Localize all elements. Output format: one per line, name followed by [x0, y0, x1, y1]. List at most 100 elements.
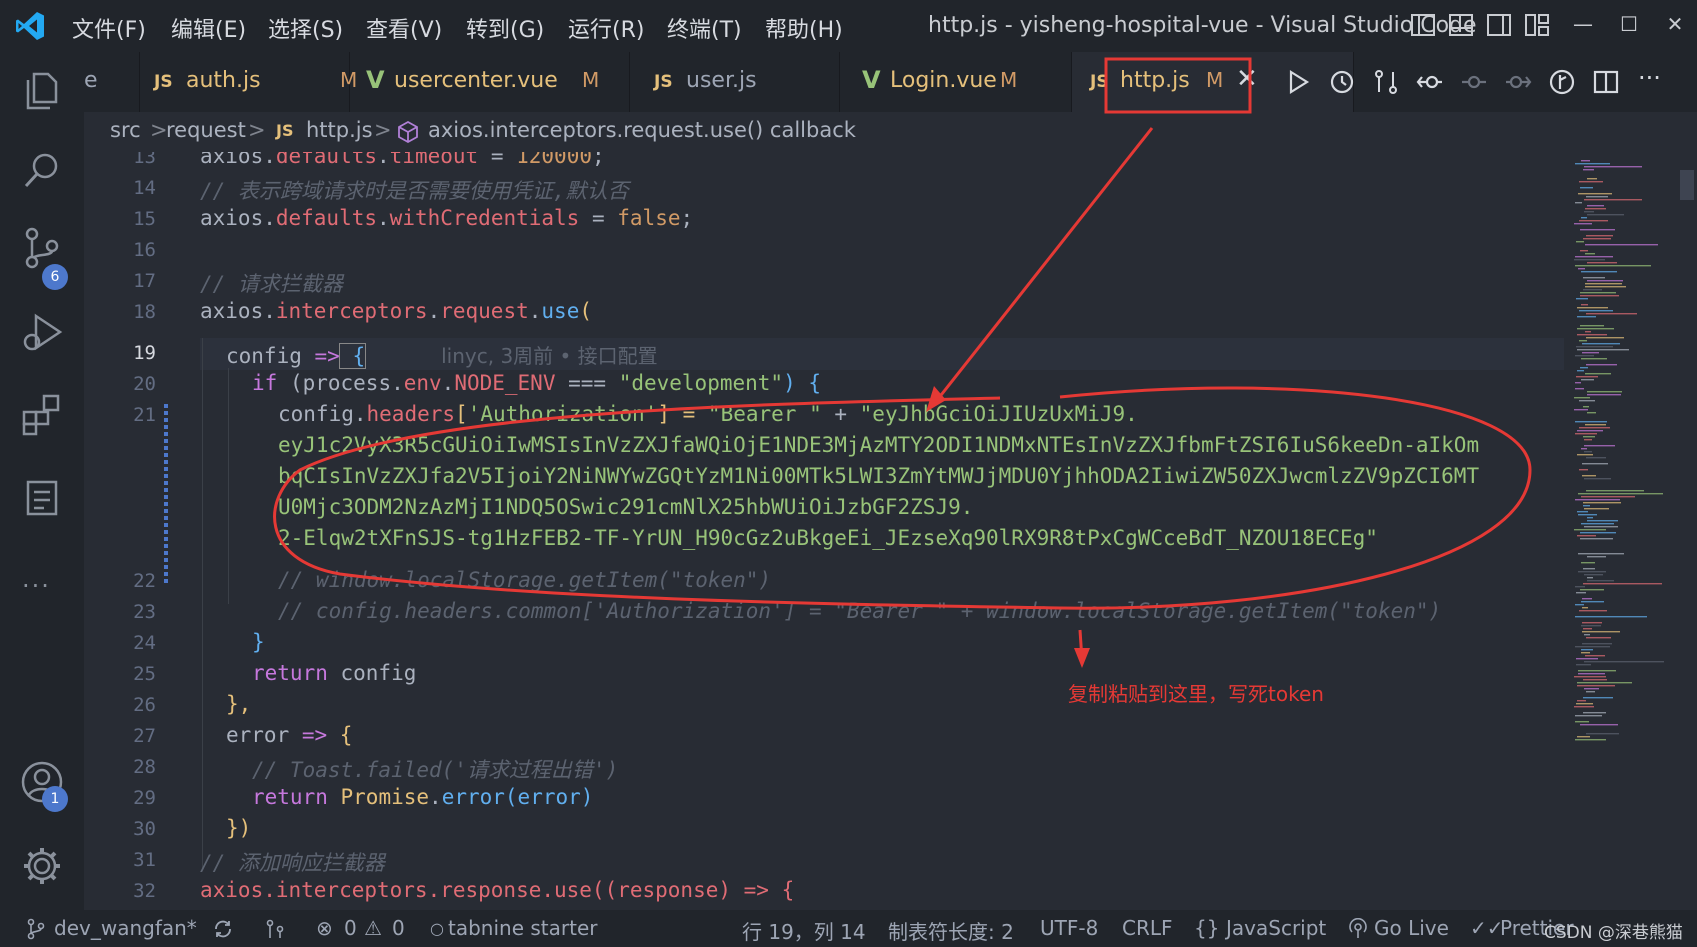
line-number: 16: [133, 239, 156, 261]
line-number: 18: [133, 301, 156, 323]
tabnine-icon: ○: [430, 919, 444, 938]
minimap-line: [1575, 355, 1594, 357]
minimap-line: [1583, 277, 1605, 279]
end-of-line[interactable]: CRLF: [1122, 916, 1173, 940]
minimap-preview: [1574, 160, 1664, 741]
settings-gear-icon[interactable]: [18, 842, 66, 890]
breadcrumb-request[interactable]: request: [166, 118, 246, 142]
customize-layout-icon[interactable]: [1524, 12, 1550, 38]
minimap-line: [1575, 616, 1647, 618]
code-editor[interactable]: 13 14 15 16 17 18 19 20 21 22 23 24 25 2…: [84, 152, 1564, 910]
next-change-icon[interactable]: [1504, 68, 1532, 96]
minimize-button[interactable]: —: [1563, 12, 1603, 36]
close-window-button[interactable]: ✕: [1655, 12, 1695, 36]
more-views-icon[interactable]: ···: [22, 572, 51, 600]
tab-close-icon[interactable]: ✕: [1236, 64, 1258, 94]
split-editor-icon[interactable]: [1592, 68, 1620, 96]
minimap-line: [1574, 706, 1594, 708]
minimap-line: [1582, 343, 1620, 345]
sync-icon[interactable]: [212, 918, 234, 940]
minimap-line: [1581, 217, 1587, 219]
maximize-button[interactable]: ☐: [1609, 12, 1649, 36]
minimap-line: [1587, 214, 1624, 216]
tabnine-status[interactable]: tabnine starter: [448, 916, 597, 940]
minimap-line: [1584, 211, 1594, 213]
braces-icon: {}: [1194, 916, 1220, 940]
minimap-line: [1587, 262, 1617, 264]
menu-terminal[interactable]: 终端(T): [667, 12, 742, 44]
tab-login-vue[interactable]: V Login.vue M: [840, 52, 1072, 112]
minimap-line: [1575, 646, 1610, 648]
minimap-line: [1578, 493, 1663, 495]
accounts-badge: 1: [42, 786, 68, 812]
menu-go[interactable]: 转到(G): [466, 12, 544, 44]
tab-overflow[interactable]: e: [84, 52, 140, 112]
minimap-line: [1581, 652, 1590, 654]
go-live-button[interactable]: Go Live: [1374, 916, 1449, 940]
cursor-position[interactable]: 行 19，列 14: [742, 916, 866, 945]
git-branch[interactable]: dev_wangfan*: [54, 916, 197, 940]
extensions-icon[interactable]: [18, 390, 66, 438]
code-line-28: // Toast.failed('请求过程出错'): [252, 758, 619, 782]
timeline-history-icon[interactable]: [1328, 68, 1356, 96]
open-changes-icon[interactable]: [1460, 68, 1488, 96]
minimap-line: [1584, 634, 1590, 636]
run-debug-icon[interactable]: [18, 308, 66, 356]
minimap[interactable]: [1564, 152, 1697, 910]
git-branch-icon: [27, 918, 45, 940]
tab-usercenter-vue[interactable]: V usercenter.vue M: [350, 52, 630, 112]
breadcrumb-file[interactable]: http.js: [306, 118, 373, 142]
compare-changes-icon[interactable]: [1372, 68, 1400, 96]
minimap-line: [1579, 310, 1613, 312]
tab-user-js[interactable]: JS user.js: [630, 52, 840, 112]
remote-explorer-icon[interactable]: [18, 472, 66, 520]
editor-tab-bar: e JS auth.js M V usercenter.vue M JS use…: [84, 52, 1697, 112]
menu-edit[interactable]: 编辑(E): [171, 12, 246, 44]
more-actions-icon[interactable]: ···: [1638, 64, 1661, 92]
minimap-line: [1582, 607, 1588, 609]
gitlens-blame-icon[interactable]: [1548, 68, 1576, 96]
toggle-secondary-sidebar-icon[interactable]: [1486, 12, 1512, 38]
line-number: 24: [133, 632, 156, 654]
line-number: 14: [133, 177, 156, 199]
code-line-30: }): [226, 816, 252, 840]
git-graph-icon[interactable]: [264, 918, 286, 940]
minimap-line: [1579, 400, 1595, 402]
indentation[interactable]: 制表符长度: 2: [888, 916, 1014, 945]
modified-indicator: M: [1206, 68, 1224, 92]
indent-guide: [202, 338, 203, 868]
minimap-line: [1581, 448, 1587, 450]
menu-run[interactable]: 运行(R): [568, 12, 644, 44]
menu-selection[interactable]: 选择(S): [268, 12, 343, 44]
language-mode[interactable]: JavaScript: [1226, 916, 1326, 940]
minimap-line: [1583, 628, 1592, 630]
breadcrumb-src[interactable]: src: [110, 118, 141, 142]
error-count[interactable]: 0: [344, 916, 357, 940]
warning-count[interactable]: 0: [392, 916, 405, 940]
annotation-text: 复制粘贴到这里，写死token: [1068, 682, 1324, 706]
search-icon[interactable]: [18, 146, 66, 194]
previous-change-icon[interactable]: [1416, 68, 1444, 96]
encoding[interactable]: UTF-8: [1040, 916, 1098, 940]
run-code-icon[interactable]: [1284, 68, 1312, 96]
minimap-line: [1579, 610, 1607, 612]
line-number: 23: [133, 601, 156, 623]
explorer-icon[interactable]: [18, 66, 66, 114]
minimap-line: [1584, 439, 1592, 441]
scrollbar-thumb[interactable]: [1680, 170, 1694, 200]
menu-view[interactable]: 查看(V): [366, 12, 442, 44]
minimap-line: [1583, 436, 1595, 438]
breadcrumb-symbol[interactable]: axios.interceptors.request.use() callbac…: [428, 118, 856, 142]
menu-help[interactable]: 帮助(H): [765, 12, 843, 44]
minimap-line: [1583, 679, 1607, 681]
line-number: 20: [133, 373, 156, 395]
code-line-23: // config.headers.common['Authorization'…: [278, 599, 1442, 623]
menu-file[interactable]: 文件(F): [72, 12, 146, 44]
toggle-primary-sidebar-icon[interactable]: [1410, 12, 1436, 38]
minimap-line: [1576, 703, 1593, 705]
minimap-line: [1582, 631, 1620, 633]
tab-auth-js[interactable]: JS auth.js M: [140, 52, 357, 112]
toggle-panel-icon[interactable]: [1448, 12, 1474, 38]
minimap-line: [1575, 388, 1584, 390]
minimap-line: [1579, 469, 1588, 471]
